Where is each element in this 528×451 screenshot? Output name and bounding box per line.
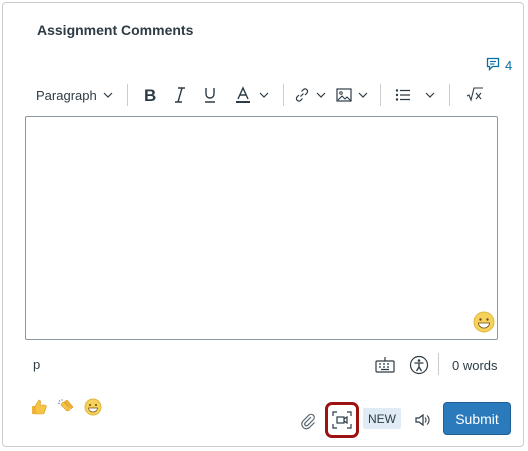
element-path[interactable]: p	[33, 357, 40, 372]
attach-file-button[interactable]	[300, 412, 316, 435]
comment-text-editor[interactable]	[25, 116, 498, 340]
paragraph-format-dropdown[interactable]: Paragraph	[26, 82, 113, 108]
clapping-hands-reaction[interactable]	[57, 398, 75, 416]
record-media-button[interactable]	[325, 402, 359, 438]
italic-button[interactable]	[173, 82, 187, 108]
editor-toolbar: Paragraph B	[26, 82, 497, 108]
chevron-down-icon	[259, 92, 269, 98]
smiley-reaction[interactable]	[84, 398, 102, 416]
comments-count: 4	[505, 58, 513, 73]
keyboard-shortcuts-button[interactable]	[375, 356, 395, 379]
comments-count-link[interactable]: 4	[486, 57, 512, 74]
accessibility-checker-button[interactable]	[409, 355, 429, 380]
chevron-down-icon	[425, 92, 435, 98]
smiley-face-icon	[473, 311, 495, 333]
submit-button[interactable]: Submit	[443, 402, 511, 435]
image-button[interactable]	[336, 82, 368, 108]
status-divider	[438, 353, 439, 375]
image-icon	[336, 88, 352, 102]
toolbar-divider	[126, 84, 128, 106]
bold-icon: B	[144, 86, 156, 104]
thumbs-up-reaction[interactable]	[30, 398, 48, 416]
clapping-hands-icon	[57, 399, 74, 412]
toolbar-divider	[379, 84, 381, 106]
list-button[interactable]	[395, 82, 435, 108]
audio-comment-button[interactable]	[414, 412, 430, 433]
panel-title: Assignment Comments	[37, 22, 194, 38]
chevron-down-icon	[103, 92, 113, 98]
link-icon	[295, 88, 308, 102]
toolbar-divider	[282, 84, 284, 106]
math-icon	[466, 87, 483, 102]
editor-status-bar: p 0 words	[25, 350, 498, 382]
underline-button[interactable]	[203, 82, 217, 108]
math-equation-button[interactable]	[466, 82, 484, 108]
accessibility-icon	[409, 355, 429, 375]
word-count: 0 words	[452, 358, 498, 373]
paragraph-label: Paragraph	[36, 87, 97, 103]
new-badge: NEW	[363, 408, 401, 429]
text-color-button[interactable]	[235, 82, 269, 108]
list-icon	[395, 89, 410, 101]
speaker-icon	[415, 413, 430, 427]
thumbs-up-icon	[32, 399, 47, 415]
text-color-icon	[235, 86, 250, 103]
quick-reactions	[30, 398, 102, 416]
bold-button[interactable]: B	[142, 82, 158, 108]
media-capture-icon	[332, 411, 352, 429]
keyboard-icon	[375, 357, 395, 373]
smiley-icon	[84, 398, 102, 416]
comment-icon	[486, 57, 500, 74]
chevron-down-icon	[316, 92, 326, 98]
emoji-picker-button[interactable]	[473, 311, 495, 333]
svg-text:B: B	[144, 86, 156, 104]
paperclip-icon	[301, 413, 315, 430]
underline-icon	[204, 88, 215, 103]
italic-icon	[174, 87, 185, 103]
link-button[interactable]	[294, 82, 326, 108]
toolbar-divider	[448, 84, 450, 106]
chevron-down-icon	[358, 92, 368, 98]
